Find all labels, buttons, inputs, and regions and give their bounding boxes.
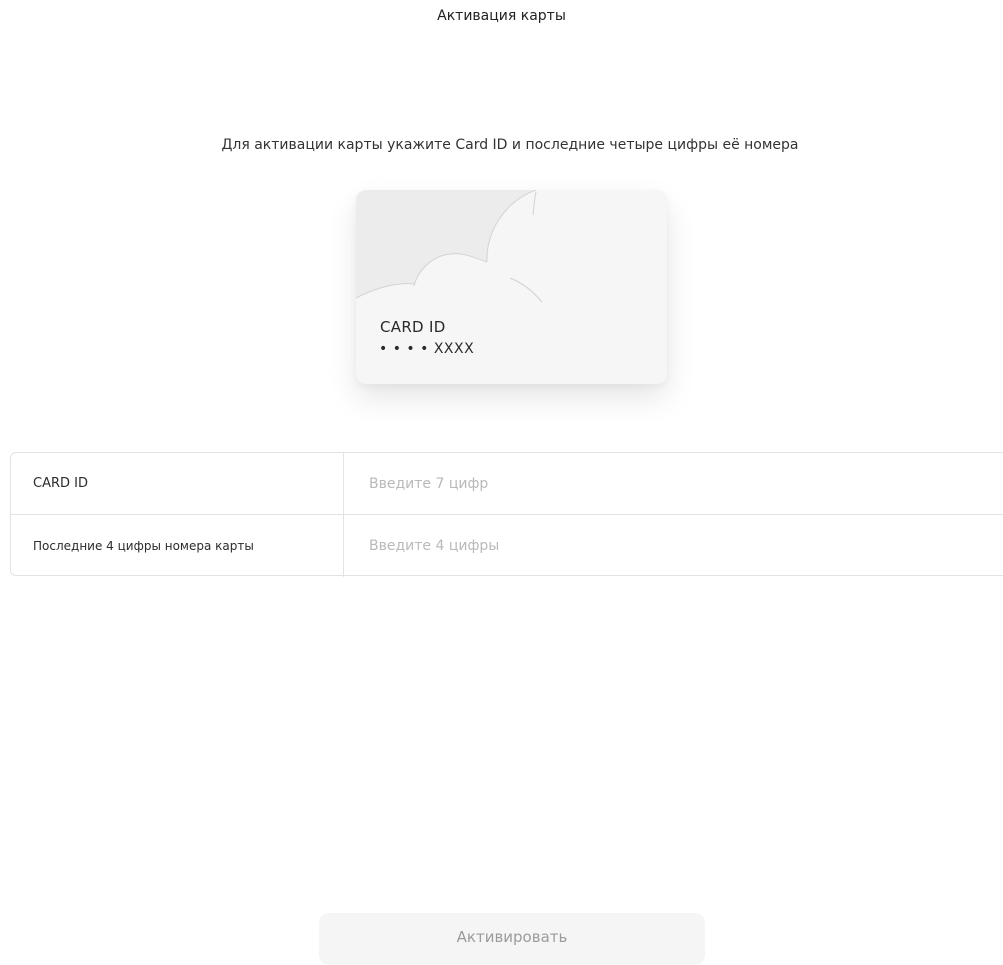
- last-digits-input[interactable]: [369, 531, 969, 561]
- instruction-text: Для активации карты укажите Card ID и по…: [221, 137, 799, 153]
- page-title: Активация карты: [437, 8, 566, 24]
- card-id-row: CARD ID: [11, 453, 1003, 515]
- column-divider: [343, 453, 344, 514]
- activation-form: CARD ID Последние 4 цифры номера карты: [10, 452, 1003, 577]
- activate-button[interactable]: Активировать: [319, 913, 705, 965]
- card-id-input[interactable]: [369, 469, 969, 499]
- card-id-field-label: CARD ID: [33, 476, 88, 491]
- card-id-label: CARD ID: [380, 318, 446, 336]
- last-digits-row: Последние 4 цифры номера карты: [11, 515, 1003, 577]
- last-digits-field-label: Последние 4 цифры номера карты: [33, 539, 254, 553]
- card-number-mask: • • • • XXXX: [379, 341, 475, 357]
- column-divider: [343, 515, 344, 577]
- card-preview: CARD ID • • • • XXXX: [356, 190, 667, 384]
